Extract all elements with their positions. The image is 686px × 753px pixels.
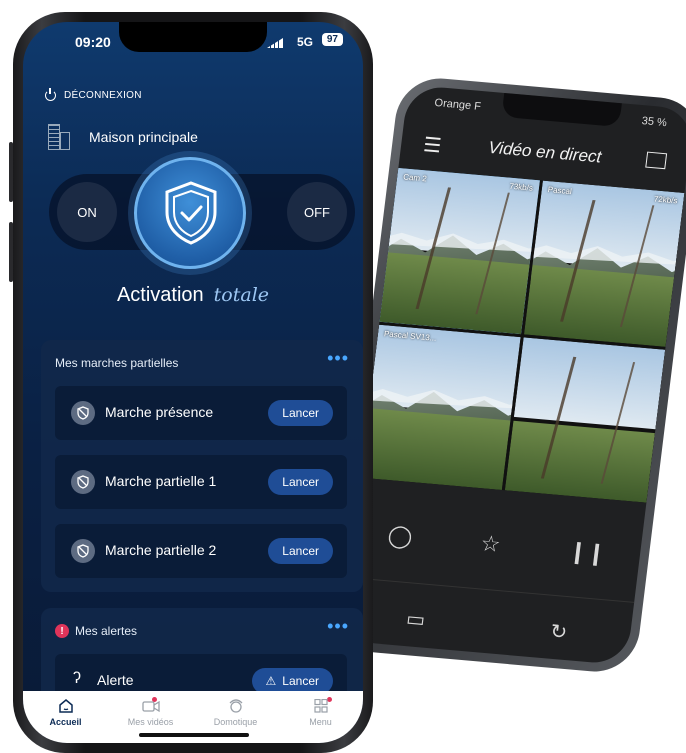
camera-tile[interactable] <box>504 336 666 503</box>
warning-icon: ⚠ <box>265 674 277 688</box>
launch-button[interactable]: Lancer <box>268 400 333 426</box>
shield-activation-button[interactable] <box>134 157 246 269</box>
logout-button[interactable]: DÉCONNEXION <box>45 88 142 101</box>
camera-tile[interactable]: Pascal 72kb/s <box>524 180 685 347</box>
camera-name: Cam 2 <box>402 172 428 184</box>
shield-slash-icon <box>71 401 95 425</box>
power-icon <box>45 88 56 101</box>
foreground-phone: 09:20 5G 97 DÉCONNEXION Maison principal… <box>9 12 373 753</box>
home-icon <box>57 699 75 713</box>
camera-tile[interactable]: Cam 2 73kb/s <box>379 167 540 334</box>
card-title: Mes marches partielles <box>55 356 179 370</box>
card-title-wrap: ! Mes alertes <box>55 624 137 638</box>
partial-arming-card: Mes marches partielles ••• Marche présen… <box>41 340 363 592</box>
signal-icon <box>267 38 283 48</box>
more-icon[interactable]: ••• <box>327 617 349 635</box>
network-label: 5G <box>296 35 313 49</box>
building-icon <box>45 124 71 150</box>
tab-label: Menu <box>309 717 332 727</box>
camera-bitrate: 73kb/s <box>508 181 534 193</box>
clock: 09:20 <box>75 34 111 50</box>
layout-icon[interactable] <box>645 151 668 170</box>
launch-label: Lancer <box>282 674 319 688</box>
on-button[interactable]: ON <box>57 182 117 242</box>
camera-tile[interactable]: Pascal SV13... <box>360 324 521 491</box>
item-label: Alerte <box>97 672 134 688</box>
list-item: Marche présence Lancer <box>55 386 347 440</box>
tab-label: Mes vidéos <box>127 717 174 727</box>
launch-button[interactable]: Lancer <box>268 538 333 564</box>
more-icon[interactable]: ••• <box>327 349 349 367</box>
refresh-icon[interactable]: ↻ <box>549 618 569 644</box>
star-icon[interactable]: ☆ <box>479 530 502 558</box>
tab-accueil[interactable]: Accueil <box>23 691 108 743</box>
home-name: Maison principale <box>89 129 198 145</box>
home-indicator[interactable] <box>139 733 249 737</box>
battery-label: 35 % <box>641 115 668 130</box>
list-item: Marche partielle 1 Lancer <box>55 455 347 509</box>
grid-icon <box>312 698 330 713</box>
activation-status: Activation totale <box>23 284 363 307</box>
camera-bitrate: 72kb/s <box>653 194 678 206</box>
camera-grid: Cam 2 73kb/s Pascal 72kb/s Pascal SV13..… <box>360 167 685 503</box>
off-button[interactable]: OFF <box>287 182 347 242</box>
launch-button[interactable]: Lancer <box>268 469 333 495</box>
video-icon <box>141 699 160 713</box>
logout-label: DÉCONNEXION <box>64 90 142 101</box>
tab-label: Accueil <box>49 717 82 727</box>
list-item: Marche partielle 2 Lancer <box>55 524 347 578</box>
tab-menu[interactable]: Menu <box>278 691 363 743</box>
video-app-screen: Orange F 35 % ☰ Vidéo en direct Cam 2 73… <box>340 84 686 666</box>
home-automation-icon <box>227 699 245 713</box>
item-label: Marche présence <box>105 404 214 420</box>
video-title: Vidéo en direct <box>487 137 603 167</box>
card-title: Mes alertes <box>75 624 138 638</box>
home-selector[interactable]: Maison principale <box>45 124 198 150</box>
record-icon[interactable]: ◯ <box>386 522 414 550</box>
item-label: Marche partielle 2 <box>105 542 217 558</box>
shield-check-icon <box>165 181 217 245</box>
item-label: Marche partielle 1 <box>105 473 217 489</box>
carrier-label: Orange F <box>433 96 482 113</box>
app-screen: 09:20 5G 97 DÉCONNEXION Maison principal… <box>23 22 363 743</box>
shield-slash-icon <box>71 539 95 563</box>
activation-mode: totale <box>213 284 270 306</box>
background-phone: Orange F 35 % ☰ Vidéo en direct Cam 2 73… <box>330 74 686 676</box>
status-bar: 09:20 5G 97 <box>23 30 363 50</box>
shield-slash-icon <box>71 470 95 494</box>
tab-label: Domotique <box>213 717 258 727</box>
pause-icon[interactable]: ❙❙ <box>567 538 607 567</box>
alert-badge-icon: ! <box>55 624 69 638</box>
chart-icon[interactable]: ▭ <box>405 606 427 632</box>
ear-icon: ʔ <box>73 670 81 687</box>
battery-badge: 97 <box>321 33 343 46</box>
activation-label: Activation <box>116 284 204 306</box>
